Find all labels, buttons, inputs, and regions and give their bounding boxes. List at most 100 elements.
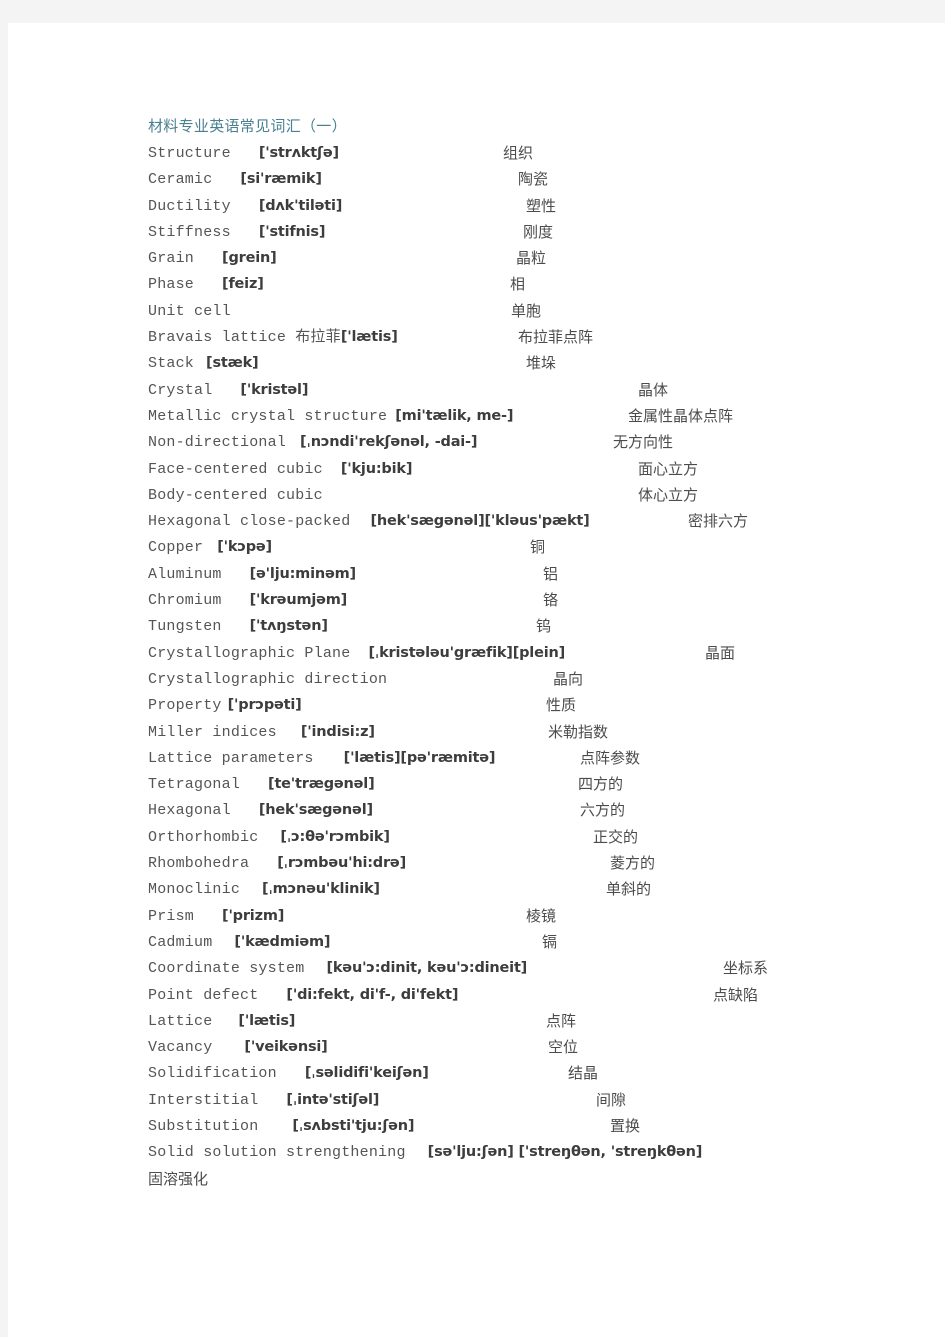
vocabulary-list: Structure ['strʌktʃə] 组织 Ceramic [si'ræmik] 陶… (148, 140, 938, 1166)
vocabulary-row: Solidification [ˌsəlidifi'keiʃən] 结晶 (148, 1060, 938, 1086)
vocabulary-row: Grain [grein] 晶粒 (148, 245, 938, 271)
document-body: 材料专业英语常见词汇（一） Structure ['strʌktʃə] 组织 Cera… (148, 114, 938, 1192)
english-term: Prism (148, 907, 195, 925)
english-term: Interstitial (148, 1091, 259, 1109)
vocabulary-row: Monoclinic [ˌmɔnəu'klinik] 单斜的 (148, 876, 938, 902)
phonetic-transcription: ['kju:bik] (340, 460, 413, 477)
phonetic-transcription: [ˌsəlidifi'keiʃən] (304, 1065, 429, 1082)
page-canvas: 材料专业英语常见词汇（一） Structure ['strʌktʃə] 组织 Cera… (8, 23, 945, 1337)
phonetic-transcription: [hek'sægənəl]['kləus'pækt] (370, 513, 590, 530)
chinese-translation: 点缺陷 (713, 985, 759, 1004)
vocabulary-row: Orthorhombic [ˌɔ:θə'rɔmbik] 正交的 (148, 824, 938, 850)
english-term: Unit cell (148, 302, 231, 320)
english-term: Hexagonal (148, 802, 231, 820)
vocabulary-row: Face-centered cubic ['kju:bik] 面心立方 (148, 456, 938, 482)
chinese-translation: 无方向性 (613, 433, 674, 452)
chinese-translation: 密排六方 (688, 512, 749, 531)
vocabulary-row: Prism ['prizm] 棱镜 (148, 903, 938, 929)
chinese-translation: 性质 (546, 696, 577, 715)
phonetic-transcription: [ˌrɔmbəu'hi:drə] (277, 855, 406, 872)
phonetic-transcription: [ˌkristələu'græfik][plein] (368, 644, 566, 661)
chinese-translation: 铜 (530, 538, 546, 557)
english-term: Crystal (148, 381, 213, 399)
vocabulary-row: Vacancy ['veikənsi] 空位 (148, 1034, 938, 1060)
chinese-translation: 钨 (536, 617, 552, 636)
chinese-translation: 晶面 (705, 643, 736, 662)
chinese-translation: 面心立方 (638, 459, 699, 478)
phonetic-transcription: [ˌɔ:θə'rɔmbik] (280, 828, 390, 845)
chinese-translation: 单胞 (511, 301, 542, 320)
english-term: Coordinate system (148, 960, 305, 978)
trailing-chinese-term: 固溶强化 (148, 1169, 209, 1188)
vocabulary-row: Interstitial [ˌintə'stiʃəl] 间隙 (148, 1087, 938, 1113)
vocabulary-row: Hexagonal close-packed [hek'sægənəl]['klə… (148, 508, 938, 534)
english-term: Body-centered cubic (148, 486, 323, 504)
chinese-translation: 间隙 (596, 1090, 627, 1109)
chinese-translation: 金属性晶体点阵 (628, 406, 734, 425)
vocabulary-row: Ductility [dʌk'tiləti] 塑性 (148, 193, 938, 219)
phonetic-transcription: [ˌintə'stiʃəl] (286, 1091, 380, 1108)
english-term: Ceramic (148, 171, 213, 189)
english-term: Non-directional (148, 434, 287, 452)
vocabulary-row: Coordinate system [kəu'ɔ:dinit, kəu'ɔ:din… (148, 955, 938, 981)
chinese-translation: 晶粒 (516, 249, 547, 268)
chinese-translation: 置换 (610, 1116, 641, 1135)
chinese-translation: 点阵参数 (580, 748, 641, 767)
vocabulary-row: Cadmium ['kædmiəm] 镉 (148, 929, 938, 955)
vocabulary-row: Stiffness ['stifnis] 刚度 (148, 219, 938, 245)
chinese-translation: 坐标系 (723, 959, 769, 978)
vocabulary-row: Lattice parameters ['lætis][pə'ræmitə] 点阵参… (148, 745, 938, 771)
phonetic-transcription: [ˌnɔndi'rekʃənəl, -dai-] (300, 434, 478, 451)
phonetic-transcription: ['tʌŋstən] (249, 618, 328, 635)
phonetic-transcription: [ˌmɔnəu'klinik] (262, 881, 380, 898)
chinese-translation: 组织 (503, 144, 534, 162)
phonetic-transcription: ['stifnis] (258, 223, 326, 240)
phonetic-transcription: ['kædmiəm] (234, 933, 331, 950)
english-term: Point defect (148, 986, 259, 1004)
phonetic-transcription: ['indisi:z] (300, 723, 375, 740)
chinese-translation: 四方的 (578, 775, 624, 794)
phonetic-transcription: [stæk] (206, 355, 259, 372)
phonetic-transcription: ['kɔpə] (217, 539, 272, 556)
chinese-translation: 塑性 (526, 196, 557, 215)
phonetic-transcription: ['strʌktʃə] (258, 145, 339, 161)
english-term: Aluminum (148, 565, 222, 583)
phonetic-transcription: [grein] (222, 250, 277, 267)
english-term: Orthorhombic (148, 828, 259, 846)
chinese-translation: 单斜的 (606, 880, 652, 899)
vocabulary-row: Crystallographic Plane [ˌkristələu'græfik… (148, 640, 938, 666)
vocabulary-row: Aluminum [ə'lju:minəm] 铝 (148, 561, 938, 587)
chinese-translation: 铬 (543, 591, 559, 610)
vocabulary-row: Structure ['strʌktʃə] 组织 (148, 140, 938, 166)
vocabulary-row: Crystal ['kristəl] 晶体 (148, 377, 938, 403)
phonetic-transcription: ['lætis] (340, 329, 398, 346)
phonetic-transcription: [dʌk'tiləti] (258, 197, 343, 214)
vocabulary-row: Substitution [ˌsʌbsti'tju:ʃən] 置换 (148, 1113, 938, 1139)
english-term: Stack (148, 355, 195, 373)
phonetic-transcription: ['di:fekt, di'f-, di'fekt] (286, 986, 459, 1003)
english-term: Cadmium (148, 933, 213, 951)
phonetic-transcription: ['kristəl] (240, 381, 309, 398)
vocabulary-row: Miller indices ['indisi:z] 米勒指数 (148, 719, 938, 745)
phonetic-transcription: [te'trægənəl] (268, 776, 375, 793)
phonetic-transcription: ['prɔpəti] (227, 697, 302, 714)
vocabulary-row: Stack [stæk] 堆垛 (148, 350, 938, 376)
phonetic-transcription: [si'ræmik] (240, 171, 322, 188)
chinese-translation: 堆垛 (526, 354, 557, 373)
chinese-translation: 布拉菲点阵 (518, 328, 594, 347)
phonetic-transcription: [mi'tælik, me-] (395, 407, 514, 424)
english-term: Structure (148, 145, 231, 162)
page-title: 材料专业英语常见词汇（一） (148, 119, 347, 135)
english-term: Rhombohedra (148, 855, 250, 873)
english-term: Face-centered cubic (148, 460, 323, 478)
chinese-translation: 镉 (542, 932, 558, 951)
chinese-translation: 晶向 (553, 669, 584, 688)
trailing-translation-row: 固溶强化 (148, 1166, 938, 1192)
english-term: Tungsten (148, 618, 222, 636)
phonetic-transcription: ['lætis][pə'ræmitə] (343, 749, 496, 766)
chinese-translation: 相 (510, 275, 526, 294)
phonetic-transcription: [feiz] (222, 276, 264, 293)
english-term: Ductility (148, 197, 231, 215)
english-term: Copper (148, 539, 204, 557)
chinese-translation: 铝 (543, 564, 559, 583)
